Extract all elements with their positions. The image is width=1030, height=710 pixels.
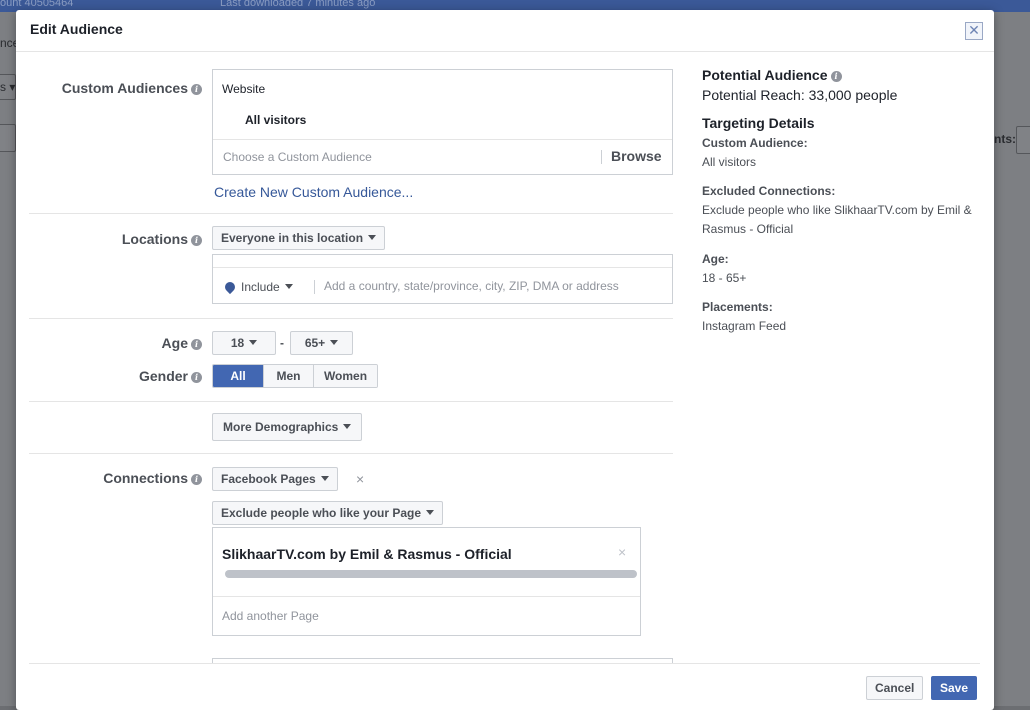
include-dropdown[interactable]: Include bbox=[222, 279, 293, 295]
age-label: Age i bbox=[36, 335, 202, 351]
location-scope-label: Everyone in this location bbox=[221, 231, 364, 245]
exclude-label: Exclude people who like your Page bbox=[221, 506, 422, 520]
summary-placements-value: Instagram Feed bbox=[702, 319, 787, 333]
custom-audience-box: Website All visitors Choose a Custom Aud… bbox=[212, 69, 673, 175]
add-page-input[interactable]: Add another Page bbox=[222, 609, 319, 623]
locations-label-text: Locations bbox=[121, 231, 188, 247]
background-fragment: nts: bbox=[994, 132, 1016, 146]
location-input[interactable]: Add a country, state/province, city, ZIP… bbox=[324, 279, 619, 293]
dialog-title: Edit Audience bbox=[30, 21, 123, 37]
info-icon[interactable]: i bbox=[191, 84, 202, 95]
summary-custom-audience-value: All visitors bbox=[702, 155, 757, 169]
info-icon[interactable]: i bbox=[191, 474, 202, 485]
save-button[interactable]: Save bbox=[931, 676, 978, 700]
potential-reach: Potential Reach: 33,000 people bbox=[702, 87, 898, 103]
divider bbox=[314, 280, 315, 294]
chevron-down-icon bbox=[284, 284, 293, 289]
section-divider bbox=[29, 213, 673, 214]
connections-label: Connections i bbox=[36, 470, 202, 486]
background-account-text: ount 40505464 bbox=[0, 0, 74, 9]
browse-button[interactable]: Browse bbox=[611, 148, 662, 164]
chevron-down-icon bbox=[368, 235, 377, 240]
background-fragment: s ▾ bbox=[0, 80, 16, 94]
chevron-down-icon bbox=[343, 424, 352, 429]
background-left-strip: nce s ▾ bbox=[0, 12, 19, 706]
chevron-down-icon bbox=[320, 476, 329, 481]
age-max-value: 65+ bbox=[304, 336, 326, 350]
divider bbox=[601, 150, 602, 164]
info-icon[interactable]: i bbox=[830, 71, 842, 82]
targeting-details-title: Targeting Details bbox=[702, 115, 815, 131]
summary-excluded-value: Exclude people who like SlikhaarTV.com b… bbox=[702, 203, 972, 236]
section-divider bbox=[29, 453, 673, 454]
connections-type-label: Facebook Pages bbox=[221, 472, 316, 486]
age-max-dropdown[interactable]: 65+ bbox=[290, 331, 353, 355]
dialog-header: Edit Audience ✕ bbox=[16, 10, 994, 52]
custom-audiences-label-text: Custom Audiences bbox=[61, 80, 188, 96]
more-demographics-label: More Demographics bbox=[223, 420, 339, 434]
create-custom-audience-link[interactable]: Create New Custom Audience... bbox=[214, 184, 413, 200]
summary-custom-audience-label: Custom Audience: bbox=[702, 136, 808, 150]
locations-label: Locations i bbox=[36, 231, 202, 247]
location-list bbox=[213, 255, 672, 268]
excluded-page-name: SlikhaarTV.com by Emil & Rasmus - Offici… bbox=[222, 546, 512, 562]
map-pin-icon bbox=[222, 279, 238, 295]
footer-divider bbox=[29, 663, 980, 664]
gender-option-women[interactable]: Women bbox=[313, 365, 377, 387]
page-scrollbar[interactable] bbox=[225, 570, 637, 578]
section-divider bbox=[29, 401, 673, 402]
gender-option-men[interactable]: Men bbox=[263, 365, 313, 387]
potential-audience-title: Potential Audience i bbox=[702, 67, 842, 83]
cancel-button[interactable]: Cancel bbox=[866, 676, 924, 700]
info-icon[interactable]: i bbox=[191, 235, 202, 246]
close-icon[interactable]: ✕ bbox=[965, 22, 983, 40]
custom-audience-selected[interactable]: All visitors bbox=[245, 113, 306, 127]
custom-audiences-label: Custom Audiences i bbox=[36, 80, 202, 96]
remove-page-icon[interactable]: × bbox=[618, 544, 626, 560]
background-button bbox=[0, 124, 16, 152]
background-button bbox=[1016, 126, 1030, 154]
info-icon[interactable]: i bbox=[191, 372, 202, 383]
exclude-dropdown[interactable]: Exclude people who like your Page bbox=[212, 501, 444, 525]
connections-type-dropdown[interactable]: Facebook Pages bbox=[212, 467, 338, 491]
gender-label: Gender i bbox=[36, 368, 202, 384]
age-min-dropdown[interactable]: 18 bbox=[212, 331, 276, 355]
location-box: Include Add a country, state/province, c… bbox=[212, 254, 673, 304]
background-right-strip: nts: bbox=[994, 12, 1030, 706]
gender-option-all[interactable]: All bbox=[213, 365, 263, 387]
age-range-dash: - bbox=[280, 336, 284, 350]
divider bbox=[213, 596, 640, 597]
summary-age-value: 18 - 65+ bbox=[702, 271, 747, 285]
info-icon[interactable]: i bbox=[191, 339, 202, 350]
chevron-down-icon bbox=[330, 340, 339, 345]
chevron-down-icon bbox=[426, 510, 435, 515]
connections-label-text: Connections bbox=[103, 470, 188, 486]
gender-selector: All Men Women bbox=[212, 364, 378, 388]
include-label: Include bbox=[241, 280, 280, 294]
age-min-value: 18 bbox=[230, 336, 245, 350]
more-demographics-dropdown[interactable]: More Demographics bbox=[212, 413, 363, 441]
summary-age-label: Age: bbox=[702, 252, 729, 266]
divider bbox=[213, 139, 672, 140]
edit-audience-dialog: Edit Audience ✕ Custom Audiences i Websit… bbox=[16, 10, 994, 710]
page-box: SlikhaarTV.com by Emil & Rasmus - Offici… bbox=[212, 527, 641, 636]
age-label-text: Age bbox=[161, 335, 188, 351]
location-scope-dropdown[interactable]: Everyone in this location bbox=[212, 226, 386, 250]
chevron-down-icon bbox=[249, 340, 258, 345]
background-download-text: Last downloaded 7 minutes ago bbox=[220, 0, 376, 9]
summary-placements-label: Placements: bbox=[702, 300, 773, 314]
custom-audience-input[interactable]: Choose a Custom Audience bbox=[223, 150, 372, 164]
section-divider bbox=[29, 318, 673, 319]
summary-excluded-label: Excluded Connections: bbox=[702, 184, 836, 198]
custom-audience-category: Website bbox=[222, 82, 266, 96]
potential-audience-title-text: Potential Audience bbox=[702, 67, 828, 83]
remove-connection-icon[interactable]: × bbox=[356, 471, 364, 487]
gender-label-text: Gender bbox=[138, 368, 188, 384]
